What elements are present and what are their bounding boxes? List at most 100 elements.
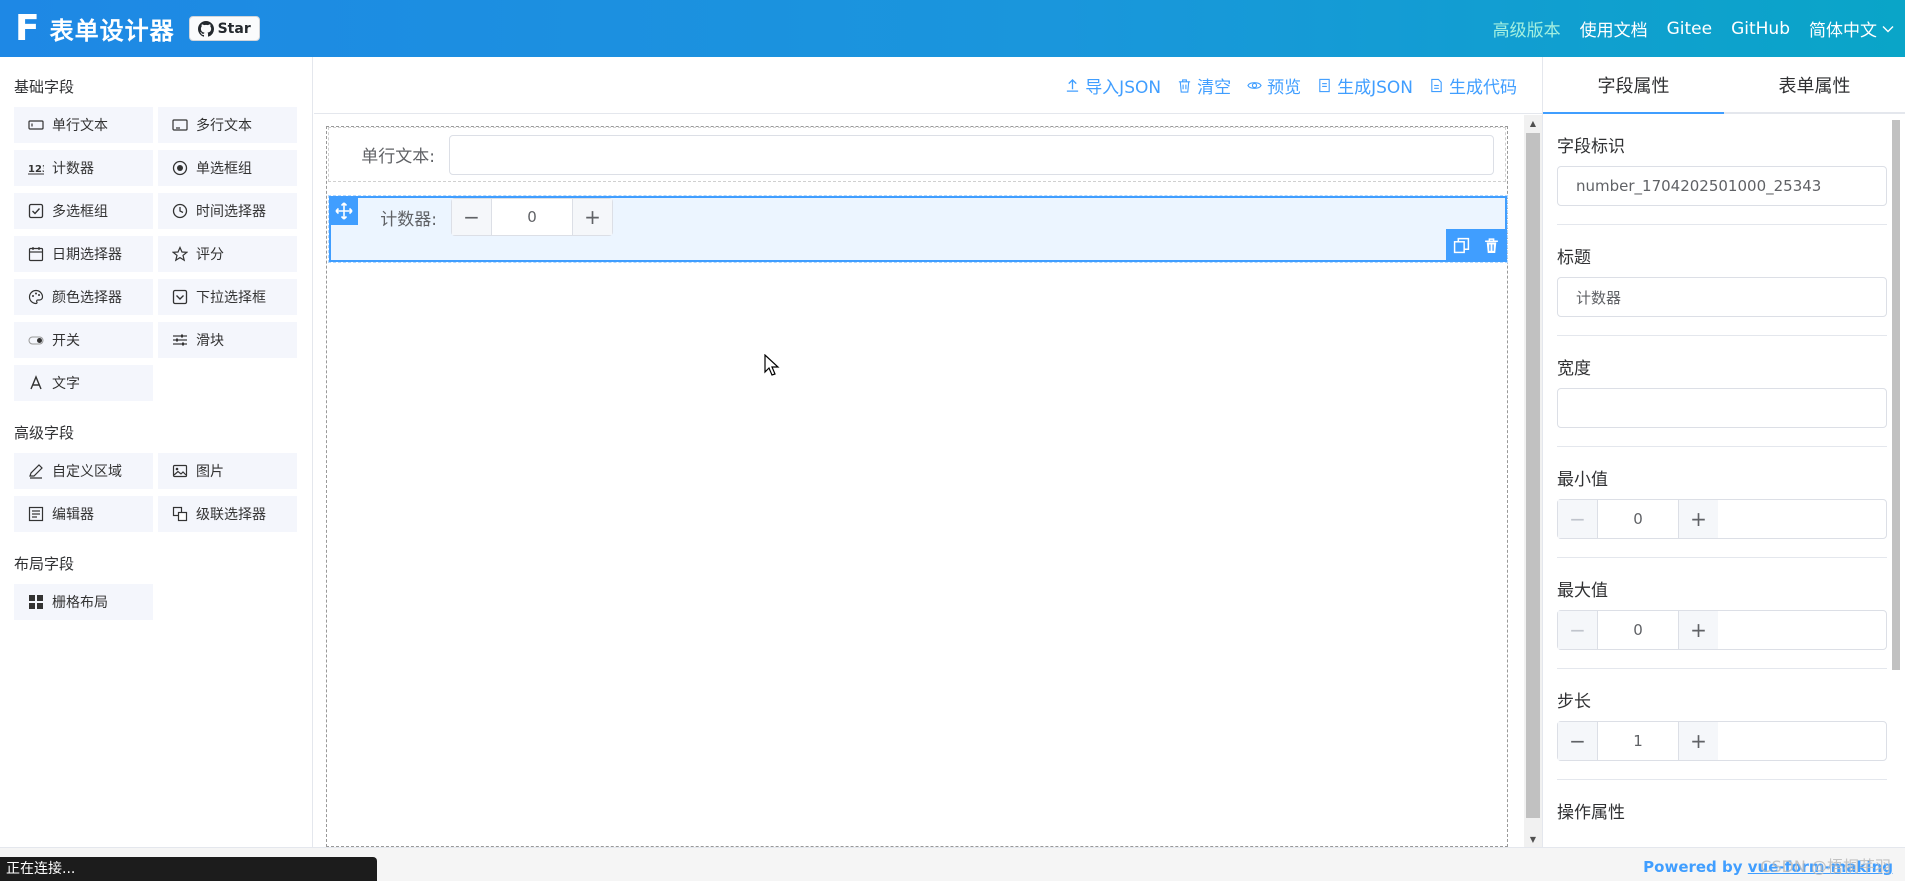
prop-operations: 操作属性 (1557, 780, 1887, 847)
logo-letter: F (15, 7, 40, 49)
field-label: 单行文本 (52, 118, 108, 134)
preview-button[interactable]: 预览 (1247, 73, 1301, 98)
field-custom-area[interactable]: 自定义区域 (14, 453, 153, 489)
step-increase-button[interactable]: + (1678, 722, 1718, 760)
field-label: 多行文本 (196, 118, 252, 134)
browser-status-bar: 正在连接... (0, 857, 377, 881)
nav-gitee[interactable]: Gitee (1667, 19, 1712, 39)
step-decrease-button[interactable]: − (1558, 722, 1598, 760)
powered-by-prefix: Powered by (1643, 858, 1748, 876)
field-slider[interactable]: 滑块 (158, 322, 297, 358)
field-editor[interactable]: 编辑器 (14, 496, 153, 532)
calendar-icon (28, 246, 44, 262)
checkbox-icon (28, 203, 44, 219)
step-stepper[interactable]: − 1 + (1557, 721, 1887, 761)
eye-icon (1247, 81, 1262, 89)
basic-fields-list: 单行文本 多行文本 123 计数器 单选框组 多选框组 时间选择器 日期选择器 (14, 107, 312, 401)
generate-code-button[interactable]: 生成代码 (1429, 73, 1517, 98)
field-cascader[interactable]: 级联选择器 (158, 496, 297, 532)
field-textarea[interactable]: 多行文本 (158, 107, 297, 143)
field-switch[interactable]: 开关 (14, 322, 153, 358)
github-icon (197, 20, 214, 37)
nav-docs[interactable]: 使用文档 (1580, 16, 1648, 41)
advanced-fields-list: 自定义区域 图片 编辑器 级联选择器 (14, 453, 312, 532)
slider-icon (172, 332, 188, 348)
nav-pro-version[interactable]: 高级版本 (1493, 16, 1561, 41)
field-time[interactable]: 时间选择器 (158, 193, 297, 229)
copy-item-button[interactable] (1446, 229, 1476, 261)
form-item-input[interactable]: 单行文本: (328, 127, 1506, 182)
upload-icon (1067, 78, 1079, 92)
chevron-down-icon (1882, 25, 1894, 32)
copy-icon (1453, 237, 1469, 253)
field-label: 颜色选择器 (52, 290, 122, 306)
field-checkbox[interactable]: 多选框组 (14, 193, 153, 229)
basic-fields-title: 基础字段 (14, 78, 75, 96)
drag-handle[interactable] (330, 197, 358, 225)
width-input[interactable] (1557, 388, 1887, 428)
delete-item-button[interactable] (1476, 229, 1506, 261)
number-icon: 123 (28, 160, 44, 176)
field-properties-form: 字段标识 number_1704202501000_25343 标题 计数器 宽… (1543, 114, 1888, 847)
properties-tabs: 字段属性 表单属性 (1543, 57, 1905, 114)
min-increase-button[interactable]: + (1678, 500, 1718, 538)
field-radio[interactable]: 单选框组 (158, 150, 297, 186)
field-text[interactable]: 文字 (14, 365, 153, 401)
input-item-field[interactable] (449, 134, 1494, 175)
generate-json-button[interactable]: 生成JSON (1317, 73, 1413, 98)
clear-button[interactable]: 清空 (1177, 73, 1231, 98)
min-value[interactable]: 0 (1598, 510, 1678, 528)
model-input[interactable]: number_1704202501000_25343 (1557, 166, 1887, 206)
max-increase-button[interactable]: + (1678, 611, 1718, 649)
tab-form-properties[interactable]: 表单属性 (1724, 57, 1905, 112)
field-color[interactable]: 颜色选择器 (14, 279, 153, 315)
stepper-value[interactable]: 0 (492, 208, 572, 226)
image-icon (172, 463, 188, 479)
scroll-down-arrow-icon[interactable]: ▼ (1528, 834, 1538, 844)
step-value[interactable]: 1 (1598, 732, 1678, 750)
prop-max-label: 最大值 (1557, 581, 1608, 601)
app-title: 表单设计器 (49, 17, 175, 45)
field-label: 图片 (196, 464, 224, 480)
min-decrease-button[interactable]: − (1558, 500, 1598, 538)
field-label: 级联选择器 (196, 507, 266, 523)
canvas-scrollbar[interactable]: ▲ ▼ (1524, 115, 1542, 847)
field-label: 滑块 (196, 333, 224, 349)
design-area: 导入JSON 清空 预览 生成JSON 生成代码 单行文本: 计数器: − 0 … (314, 57, 1542, 847)
field-grid[interactable]: 栅格布局 (14, 584, 153, 620)
nav-github[interactable]: GitHub (1731, 19, 1790, 39)
increase-button[interactable]: + (572, 199, 612, 235)
textarea-icon (172, 117, 188, 133)
properties-scrollbar[interactable] (1887, 114, 1905, 847)
import-json-button[interactable]: 导入JSON (1065, 73, 1161, 98)
field-input[interactable]: 单行文本 (14, 107, 153, 143)
switch-icon (28, 332, 44, 348)
max-decrease-button[interactable]: − (1558, 611, 1598, 649)
properties-scrollbar-thumb[interactable] (1892, 120, 1900, 670)
scroll-up-arrow-icon[interactable]: ▲ (1528, 118, 1538, 128)
number-stepper[interactable]: − 0 + (451, 198, 613, 236)
field-image[interactable]: 图片 (158, 453, 297, 489)
tab-field-properties[interactable]: 字段属性 (1543, 57, 1724, 112)
max-stepper[interactable]: − 0 + (1557, 610, 1887, 650)
field-rate[interactable]: 评分 (158, 236, 297, 272)
logo[interactable]: F 表单设计器 (15, 7, 175, 49)
field-number[interactable]: 123 计数器 (14, 150, 153, 186)
decrease-button[interactable]: − (452, 199, 492, 235)
prop-step-label: 步长 (1557, 692, 1591, 712)
max-value[interactable]: 0 (1598, 621, 1678, 639)
field-label: 多选框组 (52, 204, 108, 220)
layout-fields-title: 布局字段 (14, 555, 75, 573)
input-icon (28, 117, 44, 133)
scrollbar-thumb[interactable] (1526, 133, 1540, 818)
field-date[interactable]: 日期选择器 (14, 236, 153, 272)
prop-min-label: 最小值 (1557, 470, 1608, 490)
form-item-number-selected[interactable]: 计数器: − 0 + (328, 195, 1508, 263)
grid-icon (28, 594, 44, 610)
field-select[interactable]: 下拉选择框 (158, 279, 297, 315)
clock-icon (172, 203, 188, 219)
language-dropdown[interactable]: 简体中文 (1809, 16, 1895, 41)
title-input[interactable]: 计数器 (1557, 277, 1887, 317)
min-stepper[interactable]: − 0 + (1557, 499, 1887, 539)
github-star-button[interactable]: Star (188, 16, 260, 41)
